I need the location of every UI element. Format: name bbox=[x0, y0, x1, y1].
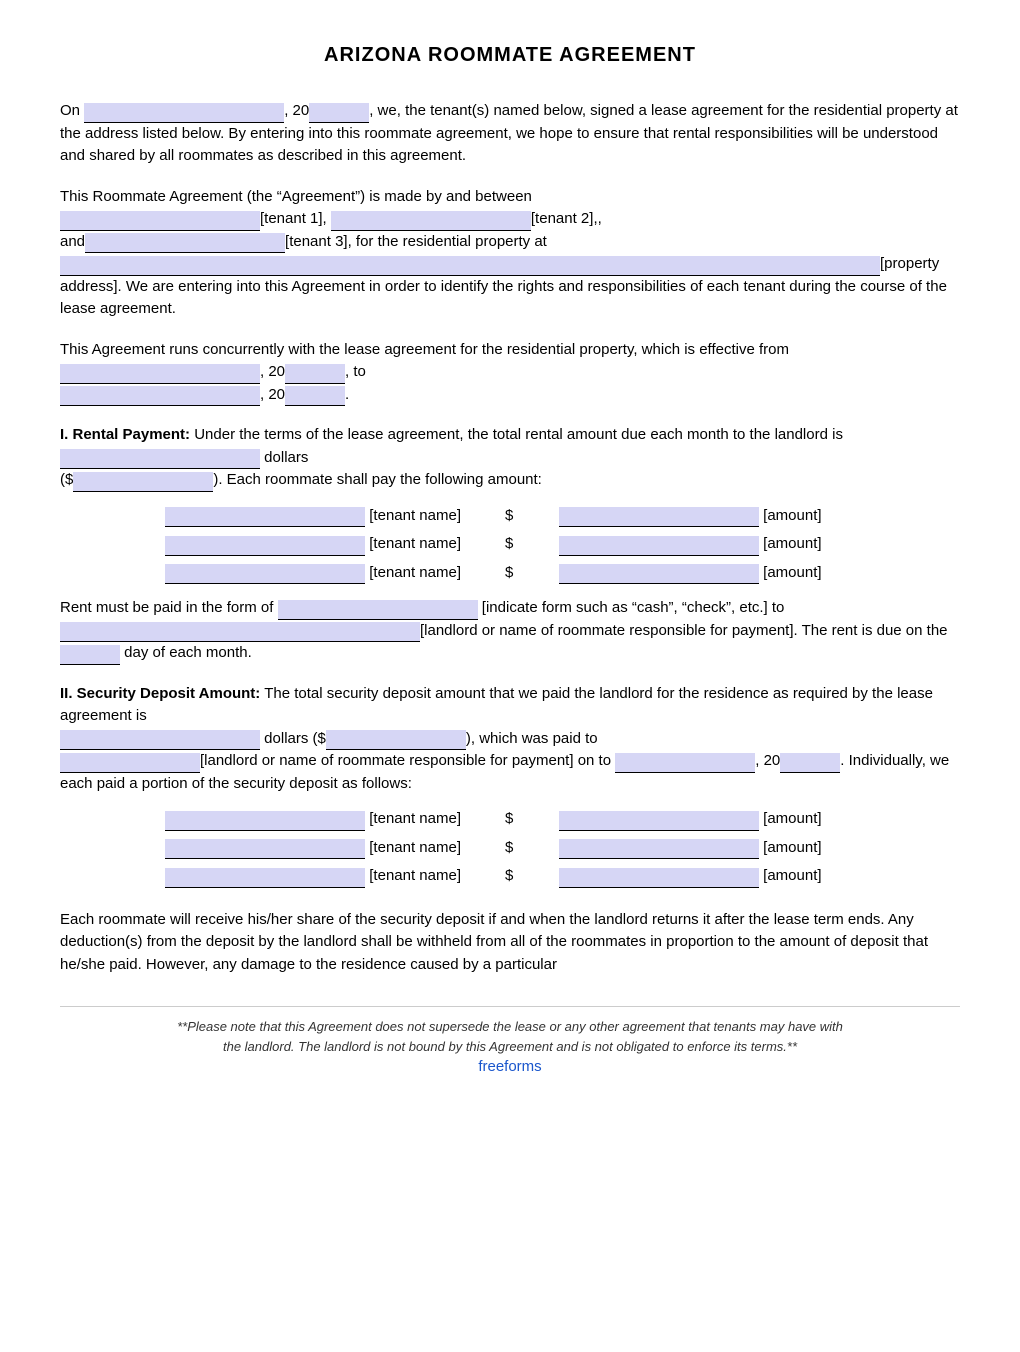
para3-to-text: to bbox=[353, 363, 366, 380]
section-security-deposit: II. Security Deposit Amount: The total s… bbox=[60, 683, 960, 891]
s2-label-tenant3: [tenant name] bbox=[369, 867, 461, 884]
table-row: [tenant name] $ [amount] bbox=[60, 502, 960, 531]
para3-year1-prefix: , 20 bbox=[260, 363, 285, 380]
section2-text3: ), which was paid to bbox=[466, 730, 598, 747]
s2-dollar2: $ bbox=[505, 839, 513, 856]
section1-heading: I. Rental Payment: bbox=[60, 426, 190, 443]
s2-dollar1: $ bbox=[505, 810, 513, 827]
field-payment-form[interactable] bbox=[278, 600, 478, 620]
s1-amount-label2: [amount] bbox=[763, 535, 821, 552]
section1-tenant-table: [tenant name] $ [amount] [tenant name] $… bbox=[60, 502, 960, 588]
field-tenant3[interactable] bbox=[85, 233, 285, 253]
field-effective-to[interactable] bbox=[60, 386, 260, 406]
para1-year-prefix: , 20 bbox=[284, 102, 309, 119]
section2-text5: , 20 bbox=[755, 752, 780, 769]
section1-text5: Rent must be paid in the form of bbox=[60, 599, 273, 616]
s1-label-tenant2: [tenant name] bbox=[369, 535, 461, 552]
field-s2-tenant3-name[interactable] bbox=[165, 868, 365, 888]
s1-amount-label3: [amount] bbox=[763, 564, 821, 581]
s1-dollar1: $ bbox=[505, 507, 513, 524]
s2-amount-label1: [amount] bbox=[763, 810, 821, 827]
paragraph-2: This Roommate Agreement (the “Agreement”… bbox=[60, 186, 960, 321]
paragraph-1: On , 20, we, the tenant(s) named below, … bbox=[60, 100, 960, 168]
field-due-day[interactable] bbox=[60, 645, 120, 665]
paragraph-last: Each roommate will receive his/her share… bbox=[60, 909, 960, 977]
table-row: [tenant name] $ [amount] bbox=[60, 559, 960, 588]
field-s2-tenant1-name[interactable] bbox=[165, 811, 365, 831]
para2-label4: [tenant 3], for the residential property… bbox=[285, 233, 547, 250]
paragraph-3: This Agreement runs concurrently with th… bbox=[60, 339, 960, 407]
field-tenant2[interactable] bbox=[331, 211, 531, 231]
field-payee[interactable] bbox=[60, 622, 420, 642]
section-rental-payment: I. Rental Payment: Under the terms of th… bbox=[60, 424, 960, 665]
field-property-address[interactable] bbox=[60, 256, 880, 276]
para2-text1: This Roommate Agreement (the “Agreement”… bbox=[60, 188, 532, 205]
field-deposit-payment-date[interactable] bbox=[615, 753, 755, 773]
section1-text1: Under the terms of the lease agreement, … bbox=[194, 426, 843, 443]
section1-text4: ). Each roommate shall pay the following… bbox=[213, 471, 542, 488]
section1-text8: day of each month. bbox=[124, 644, 252, 661]
s2-dollar3: $ bbox=[505, 867, 513, 884]
section1-text6: [indicate form such as “cash”, “check”, … bbox=[482, 599, 785, 616]
section1-text7: [landlord or name of roommate responsibl… bbox=[420, 622, 948, 639]
s1-dollar3: $ bbox=[505, 564, 513, 581]
field-monthly-amount-words[interactable] bbox=[60, 449, 260, 469]
s1-dollar2: $ bbox=[505, 535, 513, 552]
s2-label-tenant1: [tenant name] bbox=[369, 810, 461, 827]
s2-amount-label2: [amount] bbox=[763, 839, 821, 856]
para3-year2-prefix: , 20 bbox=[260, 386, 285, 403]
field-year-from[interactable] bbox=[285, 364, 345, 384]
footer-line1: **Please note that this Agreement does n… bbox=[60, 1017, 960, 1037]
field-s1-tenant1-name[interactable] bbox=[165, 507, 365, 527]
page-title: ARIZONA ROOMMATE AGREEMENT bbox=[60, 40, 960, 70]
s1-label-tenant3: [tenant name] bbox=[369, 564, 461, 581]
footer: **Please note that this Agreement does n… bbox=[60, 1006, 960, 1079]
field-date-on[interactable] bbox=[84, 103, 284, 123]
table-row: [tenant name] $ [amount] bbox=[60, 530, 960, 559]
section2-text2: dollars ($ bbox=[264, 730, 326, 747]
s1-label-tenant1: [tenant name] bbox=[369, 507, 461, 524]
field-deposit-dollars[interactable] bbox=[326, 730, 466, 750]
field-deposit-year[interactable] bbox=[780, 753, 840, 773]
table-row: [tenant name] $ [amount] bbox=[60, 834, 960, 863]
table-row: [tenant name] $ [amount] bbox=[60, 862, 960, 891]
s2-label-tenant2: [tenant name] bbox=[369, 839, 461, 856]
field-s1-amount2[interactable] bbox=[559, 536, 759, 556]
field-s1-tenant3-name[interactable] bbox=[165, 564, 365, 584]
table-row: [tenant name] $ [amount] bbox=[60, 805, 960, 834]
field-year-1[interactable] bbox=[309, 103, 369, 123]
field-deposit-words[interactable] bbox=[60, 730, 260, 750]
para1-prefix: On bbox=[60, 102, 80, 119]
field-s2-tenant2-name[interactable] bbox=[165, 839, 365, 859]
section2-heading: II. Security Deposit Amount: bbox=[60, 685, 260, 702]
field-s1-amount1[interactable] bbox=[559, 507, 759, 527]
field-deposit-payee[interactable] bbox=[60, 753, 200, 773]
field-s2-amount2[interactable] bbox=[559, 839, 759, 859]
para3-text1: This Agreement runs concurrently with th… bbox=[60, 341, 789, 358]
para-last-text: Each roommate will receive his/her share… bbox=[60, 911, 928, 973]
section2-tenant-table: [tenant name] $ [amount] [tenant name] $… bbox=[60, 805, 960, 891]
field-year-to[interactable] bbox=[285, 386, 345, 406]
para2-label3: and bbox=[60, 233, 85, 250]
field-tenant1[interactable] bbox=[60, 211, 260, 231]
field-effective-from[interactable] bbox=[60, 364, 260, 384]
s1-amount-label1: [amount] bbox=[763, 507, 821, 524]
footer-line2: the landlord. The landlord is not bound … bbox=[60, 1037, 960, 1057]
s2-amount-label3: [amount] bbox=[763, 867, 821, 884]
brand-label: freeforms bbox=[60, 1056, 960, 1079]
field-s1-amount3[interactable] bbox=[559, 564, 759, 584]
field-monthly-amount-dollars[interactable] bbox=[73, 472, 213, 492]
field-s2-amount1[interactable] bbox=[559, 811, 759, 831]
field-s2-amount3[interactable] bbox=[559, 868, 759, 888]
section1-text3: ($ bbox=[60, 471, 73, 488]
section1-text2: dollars bbox=[264, 449, 308, 466]
para2-label2: [tenant 2],, bbox=[531, 210, 602, 227]
section2-text4: [landlord or name of roommate responsibl… bbox=[200, 752, 611, 769]
field-s1-tenant2-name[interactable] bbox=[165, 536, 365, 556]
para2-label1: [tenant 1], bbox=[260, 210, 327, 227]
